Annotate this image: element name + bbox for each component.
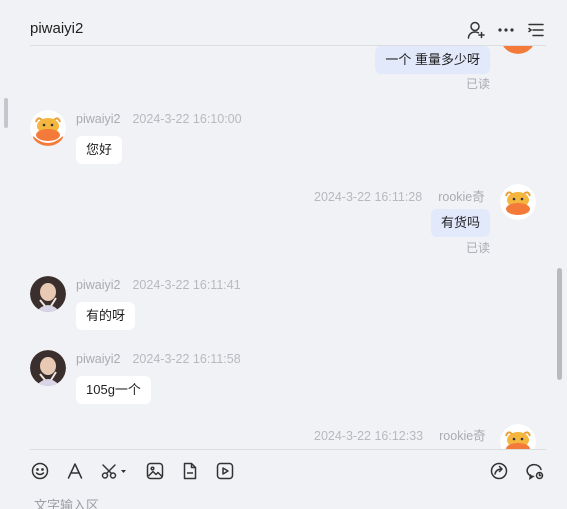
chat-title: piwaiyi2 (30, 20, 84, 37)
message-input[interactable]: 文字输入区 (34, 495, 99, 509)
message-time: 2024-3-22 16:12:33 (314, 429, 424, 443)
read-status: 已读 (466, 241, 491, 255)
avatar[interactable] (30, 276, 66, 312)
sender-name: rookie奇 (439, 429, 486, 443)
message-meta: 2024-3-22 16:11:28 rookie奇 (314, 186, 485, 205)
message-time: 2024-3-22 16:11:58 (132, 352, 241, 366)
input-toolbar (30, 449, 546, 491)
chat-header: piwaiyi2 (30, 14, 546, 46)
left-scrollbar[interactable] (4, 98, 8, 128)
avatar[interactable] (500, 184, 536, 220)
message-meta: piwaiyi2 2024-3-22 16:11:41 (76, 278, 241, 292)
share-icon[interactable] (489, 461, 509, 481)
message-meta: piwaiyi2 2024-3-22 16:11:58 (76, 352, 241, 366)
avatar[interactable] (30, 110, 66, 146)
message-time: 2024-3-22 16:10:00 (132, 112, 242, 126)
add-user-icon[interactable] (466, 20, 486, 40)
chat-window: piwaiyi2 一个 重量多少呀 已读 piwaiyi2 2024-3-22 … (0, 0, 567, 509)
message-bubble[interactable]: 您好 (76, 136, 123, 164)
message-time: 2024-3-22 16:11:28 (314, 190, 423, 204)
chat-history-icon[interactable] (525, 461, 545, 481)
emoji-icon[interactable] (30, 461, 50, 481)
message-time: 2024-3-22 16:11:41 (132, 278, 241, 292)
message-bubble[interactable]: 一个 重量多少呀 (375, 46, 490, 74)
image-icon[interactable] (145, 461, 165, 481)
font-icon[interactable] (65, 461, 85, 481)
file-icon[interactable] (180, 461, 200, 481)
sender-name: piwaiyi2 (76, 112, 121, 126)
message-list[interactable]: 一个 重量多少呀 已读 piwaiyi2 2024-3-22 16:10:00 您… (12, 46, 548, 449)
message-meta: piwaiyi2 2024-3-22 16:10:00 (76, 112, 242, 126)
scissors-icon[interactable] (100, 461, 128, 481)
read-status: 已读 (466, 77, 491, 91)
message-bubble[interactable]: 有货吗 (430, 209, 490, 237)
avatar[interactable] (30, 350, 66, 386)
message-scrollbar[interactable] (557, 268, 562, 380)
message-meta: 2024-3-22 16:12:33 rookie奇 (314, 425, 486, 444)
message-bubble[interactable]: 有的呀 (76, 302, 136, 330)
more-icon[interactable] (496, 20, 516, 40)
video-icon[interactable] (215, 461, 235, 481)
sender-name: piwaiyi2 (76, 278, 121, 292)
left-panel-edge (0, 0, 12, 509)
avatar[interactable] (500, 424, 536, 449)
menu-list-icon[interactable] (526, 20, 546, 40)
message-bubble[interactable]: 105g一个 (76, 376, 151, 404)
avatar[interactable] (500, 46, 536, 54)
sender-name: piwaiyi2 (76, 352, 121, 366)
sender-name: rookie奇 (438, 190, 485, 204)
